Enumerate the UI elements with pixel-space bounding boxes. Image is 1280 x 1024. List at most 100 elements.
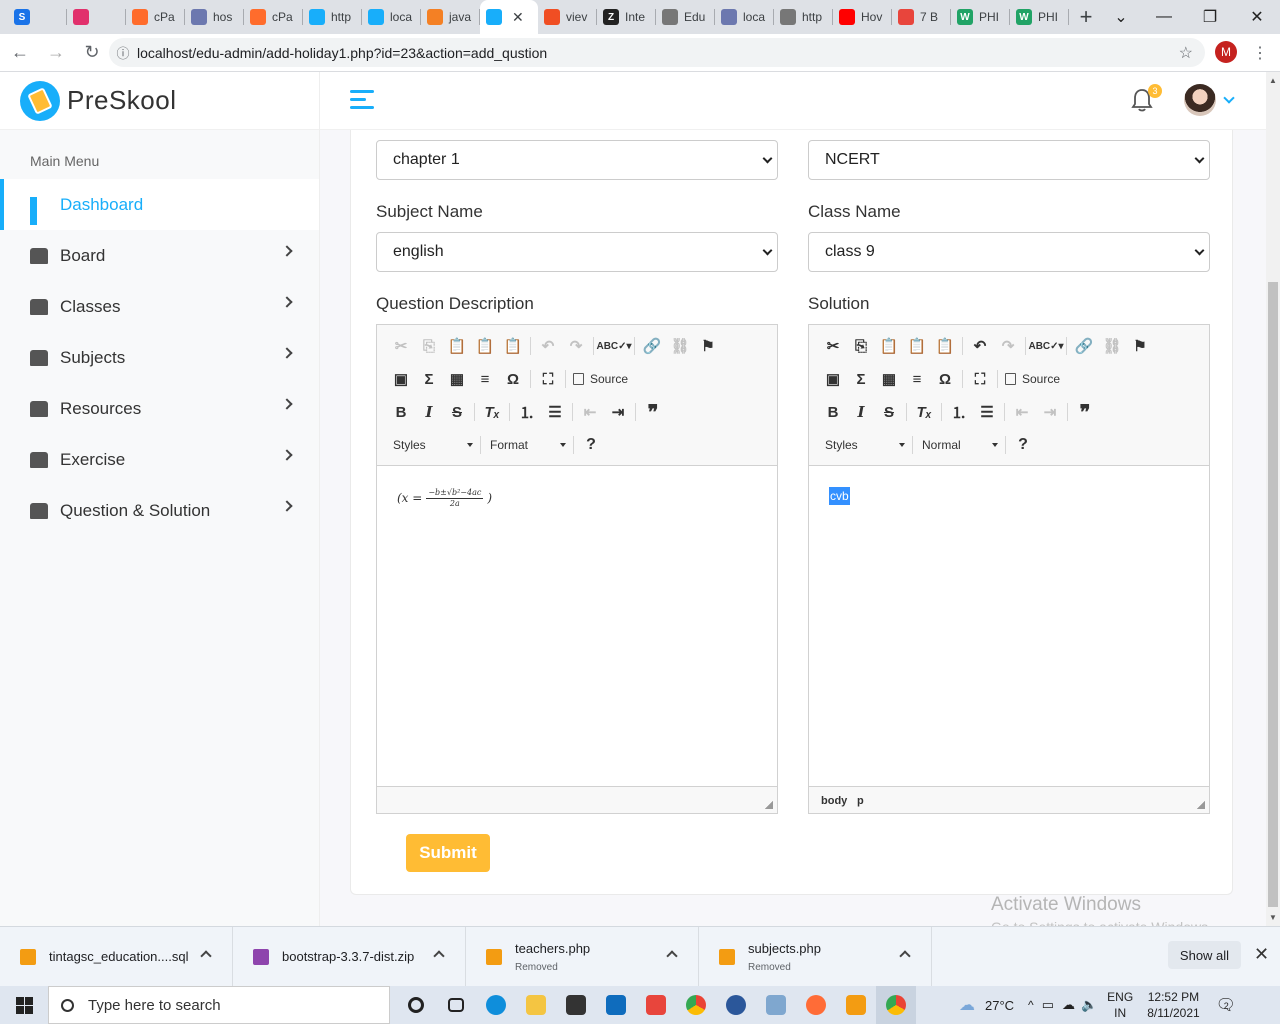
sidebar-item-exercise[interactable]: Exercise [0,434,319,485]
table-icon[interactable]: ▦ [443,367,471,391]
solution-editor-body[interactable]: cvb [809,466,1209,786]
strikethrough-icon[interactable]: S [443,400,471,424]
paste-text-icon[interactable]: 📋 [903,334,931,358]
outdent-icon[interactable]: ⇤ [576,400,604,424]
site-info-icon[interactable]: ⓘ [109,43,137,62]
image-icon[interactable]: ▣ [819,367,847,391]
bold-icon[interactable]: B [819,400,847,424]
menu-toggle-icon[interactable] [350,90,374,112]
reload-icon[interactable]: ↻ [76,37,108,69]
indent-icon[interactable]: ⇥ [604,400,632,424]
horizontal-rule-icon[interactable]: ≡ [471,367,499,391]
bookmark-star-icon[interactable]: ☆ [1179,43,1193,63]
copy-icon[interactable]: ⎘ [847,334,875,358]
paste-word-icon[interactable]: 📋 [499,334,527,358]
notification-center-icon[interactable]: 🗨 2 [1216,995,1236,1015]
browser-menu-icon[interactable]: ⋮ [1252,43,1268,63]
remove-format-icon[interactable]: Tₓ [478,400,506,424]
cortana-icon[interactable] [396,986,436,1024]
office-icon[interactable] [636,986,676,1024]
scrollbar-thumb[interactable] [1268,282,1278,907]
show-all-button[interactable]: Show all [1168,941,1241,969]
browser-tab[interactable]: Edu [656,0,715,34]
help-icon[interactable]: ? [1009,433,1037,457]
profile-avatar[interactable]: M [1215,41,1237,63]
scroll-down-icon[interactable]: ▼ [1269,913,1277,922]
redo-icon[interactable]: ↷ [994,334,1022,358]
unlink-icon[interactable]: ⛓ [1098,334,1126,358]
redo-icon[interactable]: ↷ [562,334,590,358]
table-icon[interactable]: ▦ [875,367,903,391]
browser-tab[interactable]: viev [538,0,597,34]
chevron-up-icon[interactable] [433,949,445,962]
unlink-icon[interactable]: ⛓ [666,334,694,358]
anchor-flag-icon[interactable]: ⚑ [694,334,722,358]
chevron-up-icon[interactable] [899,949,911,962]
browser-tab[interactable]: Hov [833,0,892,34]
path-body[interactable]: body [821,795,847,807]
spellcheck-icon[interactable]: ABC✓▾ [596,334,631,358]
mail-icon[interactable] [596,986,636,1024]
bulleted-list-icon[interactable]: ☰ [973,400,1001,424]
weather-icon[interactable]: ☁ [959,995,975,1015]
network-app-icon[interactable] [756,986,796,1024]
browser-tab[interactable]: loca [715,0,774,34]
cut-icon[interactable]: ✂ [819,334,847,358]
browser-tab[interactable] [67,0,126,34]
start-button[interactable] [0,986,48,1024]
path-p[interactable]: p [857,795,864,807]
browser-tab[interactable]: W PHI [951,0,1010,34]
file-explorer-icon[interactable] [516,986,556,1024]
math-sigma-icon[interactable]: Σ [847,367,875,391]
styles-dropdown[interactable]: Styles [819,433,909,457]
paste-text-icon[interactable]: 📋 [471,334,499,358]
cloud-icon[interactable]: ☁ [1062,997,1075,1013]
close-window-button[interactable]: ✕ [1234,0,1280,34]
browser-tab[interactable]: http [774,0,833,34]
maximize-icon[interactable]: ⛶ [966,367,994,391]
close-tab-icon[interactable]: ✕ [512,9,524,26]
strikethrough-icon[interactable]: S [875,400,903,424]
maximize-button[interactable]: ❐ [1187,0,1233,34]
format-dropdown[interactable]: Normal [916,433,1002,457]
taskbar-search[interactable]: Type here to search [48,986,390,1024]
class-select[interactable]: class 9 [808,232,1210,272]
chrome-icon[interactable] [676,986,716,1024]
help-icon[interactable]: ? [577,433,605,457]
horizontal-rule-icon[interactable]: ≡ [903,367,931,391]
browser-tab[interactable]: hos [185,0,244,34]
sidebar-item-question-solution[interactable]: Question & Solution [0,485,319,536]
download-item[interactable]: teachers.php Removed [466,926,699,987]
chevron-up-icon[interactable] [200,949,212,962]
browser-tab[interactable]: loca [362,0,421,34]
sidebar-item-dashboard[interactable]: Dashboard [0,179,319,230]
math-sigma-icon[interactable]: Σ [415,367,443,391]
chapter-select[interactable]: chapter 1 [376,140,778,180]
sidebar-item-classes[interactable]: Classes [0,281,319,332]
browser-tab[interactable]: ✕ [480,0,538,34]
link-icon[interactable]: 🔗 [638,334,666,358]
outdent-icon[interactable]: ⇤ [1008,400,1036,424]
sidebar-item-subjects[interactable]: Subjects [0,332,319,383]
minimize-button[interactable]: — [1141,0,1187,34]
numbered-list-icon[interactable]: ⒈ [513,400,541,424]
paste-icon[interactable]: 📋 [443,334,471,358]
task-view-icon[interactable] [436,986,476,1024]
browser-tab[interactable]: 7 B [892,0,951,34]
chrome-active-icon[interactable] [876,986,916,1024]
maximize-icon[interactable]: ⛶ [534,367,562,391]
page-scrollbar[interactable]: ▲ ▼ [1266,72,1280,926]
subject-select[interactable]: english [376,232,778,272]
format-dropdown[interactable]: Format [484,433,570,457]
chevron-up-icon[interactable]: ^ [1028,998,1034,1012]
browser-tab[interactable]: cPa [126,0,185,34]
italic-icon[interactable]: I [847,400,875,424]
bold-icon[interactable]: B [387,400,415,424]
anchor-flag-icon[interactable]: ⚑ [1126,334,1154,358]
special-char-icon[interactable]: Ω [499,367,527,391]
image-icon[interactable]: ▣ [387,367,415,391]
browser-tab[interactable]: Z Inte [597,0,656,34]
styles-dropdown[interactable]: Styles [387,433,477,457]
browser-tab[interactable]: S [8,0,67,34]
browser-tab[interactable]: W PHI [1010,0,1069,34]
